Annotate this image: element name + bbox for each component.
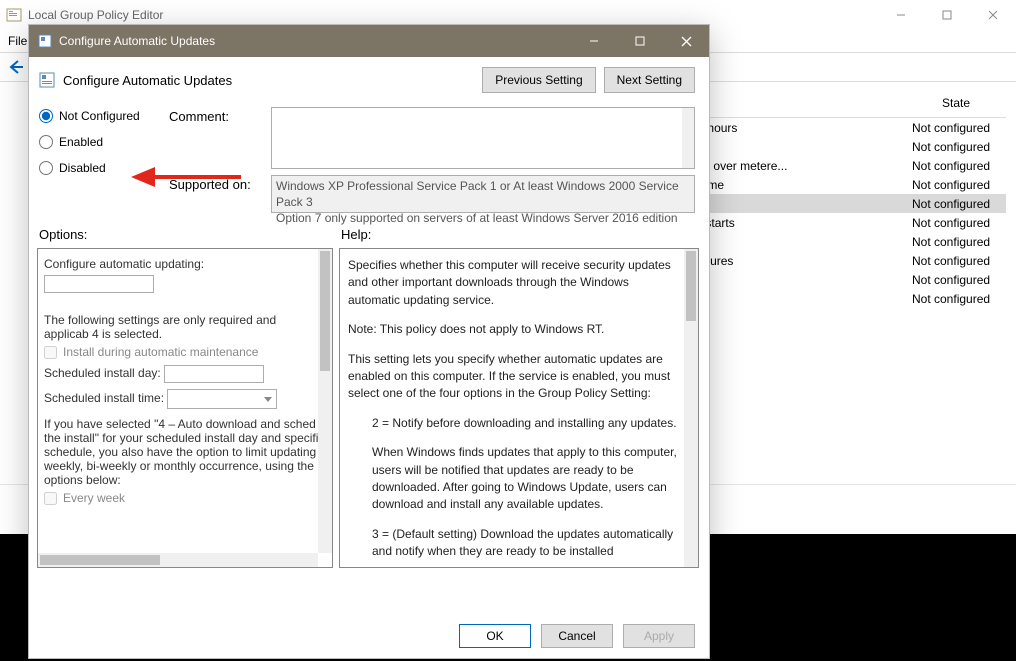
- every-week-input[interactable]: [44, 492, 57, 505]
- radio-enabled-input[interactable]: [39, 135, 53, 149]
- scheduled-day-row: Scheduled install day:: [44, 365, 322, 383]
- dialog-title: Configure Automatic Updates: [59, 34, 215, 48]
- options-scroll-vertical[interactable]: [318, 249, 332, 553]
- help-p1: Specifies whether this computer will rec…: [348, 257, 680, 309]
- install-maintenance-checkbox[interactable]: Install during automatic maintenance: [44, 345, 322, 359]
- install-maintenance-input[interactable]: [44, 346, 57, 359]
- help-label: Help:: [341, 227, 371, 242]
- options-panel: Configure automatic updating: The follow…: [37, 248, 333, 568]
- install-maintenance-label: Install during automatic maintenance: [63, 345, 258, 359]
- settings-row-state: Not configured: [906, 178, 1006, 192]
- policy-heading-icon: [39, 72, 55, 88]
- radio-not-configured-input[interactable]: [39, 109, 53, 123]
- help-p4: 2 = Notify before downloading and instal…: [348, 415, 680, 432]
- configure-updating-label: Configure automatic updating:: [44, 257, 322, 271]
- help-scroll-vertical[interactable]: [684, 249, 698, 567]
- radio-enabled-label: Enabled: [59, 135, 103, 149]
- scheduled-time-row: Scheduled install time:: [44, 389, 322, 409]
- back-icon[interactable]: [6, 57, 26, 77]
- help-p3: This setting lets you specify whether au…: [348, 351, 680, 403]
- previous-setting-button[interactable]: Previous Setting: [482, 67, 595, 93]
- parent-maximize-button[interactable]: [924, 0, 970, 30]
- help-p6: 3 = (Default setting) Download the updat…: [348, 526, 680, 561]
- configure-updating-combo[interactable]: [44, 275, 154, 293]
- options-scroll-horizontal[interactable]: [38, 553, 318, 567]
- options-label: Options:: [39, 227, 341, 242]
- menu-file[interactable]: File: [8, 34, 27, 48]
- schedule-note: If you have selected "4 – Auto download …: [44, 417, 322, 487]
- settings-row-state: Not configured: [906, 273, 1006, 287]
- supported-on-text: Windows XP Professional Service Pack 1 o…: [276, 179, 679, 225]
- options-following-note: The following settings are only required…: [44, 313, 322, 341]
- parent-close-button[interactable]: [970, 0, 1016, 30]
- dialog-titlebar[interactable]: Configure Automatic Updates: [29, 25, 709, 57]
- supported-label: Supported on:: [169, 175, 261, 192]
- dialog-close-button[interactable]: [663, 25, 709, 57]
- settings-row-state: Not configured: [906, 216, 1006, 230]
- dialog-heading: Configure Automatic Updates: [63, 73, 232, 88]
- settings-row-state: Not configured: [906, 197, 1006, 211]
- dialog-header: Configure Automatic Updates Previous Set…: [29, 57, 709, 101]
- comment-label: Comment:: [169, 107, 261, 124]
- gpedit-icon: [6, 7, 22, 23]
- dialog-footer: OK Cancel Apply: [29, 614, 709, 658]
- settings-row-state: Not configured: [906, 254, 1006, 268]
- apply-button[interactable]: Apply: [623, 624, 695, 648]
- scheduled-day-field[interactable]: [164, 365, 264, 383]
- policy-dialog: Configure Automatic Updates Configure Au…: [28, 24, 710, 659]
- help-p2: Note: This policy does not apply to Wind…: [348, 321, 680, 338]
- next-setting-button[interactable]: Next Setting: [604, 67, 695, 93]
- every-week-label: Every week: [63, 491, 125, 505]
- policy-icon: [37, 33, 53, 49]
- settings-row-state: Not configured: [906, 235, 1006, 249]
- column-state[interactable]: State: [906, 96, 1006, 110]
- ok-button[interactable]: OK: [459, 624, 531, 648]
- scheduled-time-label: Scheduled install time:: [44, 391, 164, 405]
- supported-on-box: Windows XP Professional Service Pack 1 o…: [271, 175, 695, 213]
- radio-disabled-label: Disabled: [59, 161, 106, 175]
- help-panel: Specifies whether this computer will rec…: [339, 248, 699, 568]
- config-row: Not Configured Enabled Disabled Comment:…: [29, 101, 709, 213]
- settings-row-state: Not configured: [906, 292, 1006, 306]
- radio-disabled[interactable]: Disabled: [39, 161, 169, 175]
- radio-not-configured[interactable]: Not Configured: [39, 109, 169, 123]
- every-week-checkbox[interactable]: Every week: [44, 491, 322, 505]
- radio-not-configured-label: Not Configured: [59, 109, 140, 123]
- help-p5: When Windows finds updates that apply to…: [348, 444, 680, 514]
- cancel-button[interactable]: Cancel: [541, 624, 613, 648]
- radio-disabled-input[interactable]: [39, 161, 53, 175]
- radio-enabled[interactable]: Enabled: [39, 135, 169, 149]
- settings-row-state: Not configured: [906, 159, 1006, 173]
- scheduled-time-combo[interactable]: [167, 389, 277, 409]
- settings-row-state: Not configured: [906, 121, 1006, 135]
- dialog-minimize-button[interactable]: [571, 25, 617, 57]
- state-radio-group: Not Configured Enabled Disabled: [39, 107, 169, 213]
- parent-minimize-button[interactable]: [878, 0, 924, 30]
- scheduled-day-label: Scheduled install day:: [44, 366, 161, 380]
- dialog-maximize-button[interactable]: [617, 25, 663, 57]
- parent-title: Local Group Policy Editor: [28, 8, 163, 22]
- comment-textarea[interactable]: [271, 107, 695, 169]
- settings-row-state: Not configured: [906, 140, 1006, 154]
